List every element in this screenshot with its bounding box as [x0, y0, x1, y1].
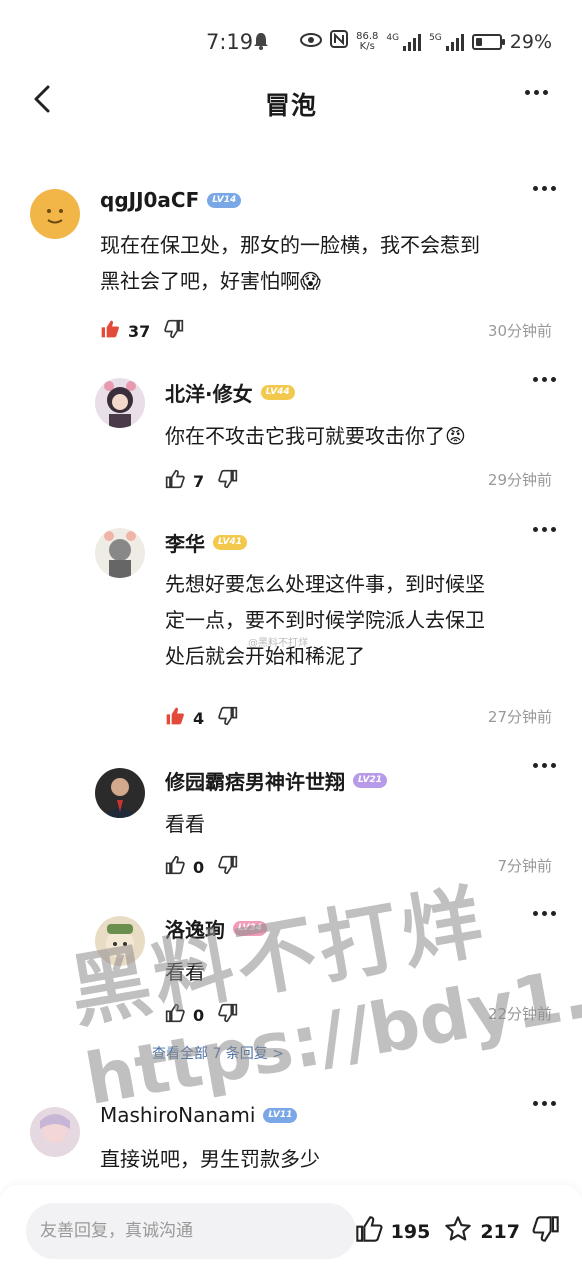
dislike-icon[interactable] [218, 469, 238, 493]
dislike-icon[interactable] [164, 319, 184, 343]
username[interactable]: 李华 LV41 [165, 528, 247, 557]
post-like-count: 195 [390, 1220, 431, 1243]
comment-more-button[interactable] [533, 186, 556, 191]
comment-line: 你在不攻击它我可就要攻击你了😡 [165, 424, 466, 448]
comment-time: 27分钟前 [487, 708, 552, 726]
username[interactable]: 修园霸痞男神许世翔 LV21 [165, 766, 387, 795]
page-title: 冒泡 [264, 91, 317, 120]
battery-icon [471, 33, 505, 50]
avatar[interactable] [30, 1107, 80, 1157]
comment-text: 你在不攻击它我可就要攻击你了😡 [165, 418, 560, 454]
comment-line: 直接说吧，男生罚款多少 [100, 1147, 320, 1171]
avatar[interactable] [95, 378, 145, 428]
username-text: 北洋·修女 [165, 382, 253, 406]
like-count: 4 [193, 708, 205, 728]
like-icon[interactable] [165, 469, 185, 493]
dislike-icon[interactable] [218, 706, 238, 730]
star-icon[interactable] [444, 1215, 472, 1248]
comment-text: 直接说吧，男生罚款多少 [100, 1141, 560, 1177]
comment-line: 看看 [165, 960, 205, 984]
dislike-icon[interactable] [532, 1215, 560, 1248]
comment-text: 看看 [165, 806, 560, 842]
nfc-icon [330, 30, 349, 53]
comment-more-button[interactable] [533, 763, 556, 768]
username-text: MashiroNanami [100, 1103, 256, 1127]
like-count: 7 [193, 471, 205, 491]
comment-more-button[interactable] [533, 1101, 556, 1106]
dislike-icon[interactable] [218, 1003, 238, 1027]
eye-icon [300, 31, 323, 53]
comment-actions: 0 [165, 855, 238, 879]
status-time: 7:19 [206, 30, 254, 54]
comment-more-button[interactable] [533, 377, 556, 382]
level-badge: LV14 [207, 192, 242, 208]
signal-icon-sim2: 5G [429, 33, 464, 51]
level-badge: LV41 [213, 535, 247, 550]
comment-actions: 0 [165, 1003, 238, 1027]
like-icon[interactable] [355, 1215, 383, 1248]
comment-line: 黑社会了吧，好害怕啊😱 [100, 269, 321, 293]
header: 冒泡 [0, 80, 582, 124]
comment-line: 处后就会开始和稀泥了 [165, 644, 365, 668]
comment-actions: 7 [165, 469, 238, 493]
comment-actions: 37 [100, 319, 184, 343]
level-badge: LV21 [353, 773, 387, 788]
username-text: 洛逸珣 [165, 918, 225, 942]
battery-percent: 29% [509, 30, 552, 53]
like-icon[interactable] [165, 855, 185, 879]
avatar[interactable] [95, 768, 145, 818]
like-icon[interactable] [100, 319, 120, 343]
username-text: 修园霸痞男神许世翔 [165, 770, 345, 794]
inline-watermark: @黑料不打烊 [248, 638, 308, 649]
comment-time: 29分钟前 [487, 471, 552, 489]
network-speed: 86.8 K/s [356, 30, 379, 52]
comment-time: 7分钟前 [497, 857, 552, 875]
comment-more-button[interactable] [533, 911, 556, 916]
username[interactable]: qgJJ0aCF LV14 [100, 188, 242, 212]
comment-line: 定一点，要不到时候学院派人去保卫 [165, 608, 485, 632]
status-bar: 7:19 86.8 K/s 4G 5G 29% [0, 0, 582, 80]
like-icon[interactable] [165, 706, 185, 730]
level-badge: LV34 [233, 921, 267, 936]
more-options-button[interactable] [525, 90, 548, 95]
comment-time: 22分钟前 [487, 1005, 552, 1023]
username[interactable]: 洛逸珣 LV34 [165, 914, 267, 943]
comment-time: 30分钟前 [487, 322, 552, 340]
reply-input[interactable] [26, 1203, 356, 1259]
username[interactable]: MashiroNanami LV11 [100, 1103, 298, 1127]
like-count: 37 [128, 321, 151, 341]
comment-line: 现在在保卫处，那女的一脸横，我不会惹到 [100, 233, 480, 257]
comment-text: 看看 [165, 954, 560, 990]
level-badge: LV11 [263, 1107, 298, 1123]
dislike-icon[interactable] [218, 855, 238, 879]
comment-more-button[interactable] [533, 527, 556, 532]
like-count: 0 [193, 857, 205, 877]
avatar[interactable] [95, 528, 145, 578]
sim2-type: 5G [429, 32, 442, 43]
username-text: 李华 [165, 532, 205, 556]
comment-line: 先想好要怎么处理这件事，到时候坚 [165, 572, 485, 596]
username-text: qgJJ0aCF [100, 188, 200, 212]
notification-icon [254, 32, 268, 54]
avatar[interactable] [95, 916, 145, 966]
sim1-type: 4G [386, 32, 400, 43]
avatar[interactable] [30, 189, 80, 239]
signal-icon-sim1: 4G [386, 32, 422, 51]
like-count: 0 [193, 1005, 205, 1025]
comment-text: 先想好要怎么处理这件事，到时候坚 定一点，要不到时候学院派人去保卫 处后就会开始… [165, 566, 560, 674]
comment-line: 看看 [165, 812, 205, 836]
comment-actions: 4 [165, 706, 238, 730]
level-badge: LV44 [260, 385, 295, 400]
like-icon[interactable] [165, 1003, 185, 1027]
network-speed-value: 86.8 [356, 30, 379, 42]
username[interactable]: 北洋·修女 LV44 [165, 378, 295, 407]
post-actions: 195 217 [355, 1215, 560, 1248]
view-all-replies-link[interactable]: 查看全部 7 条回复 > [152, 1043, 284, 1063]
comment-text: 现在在保卫处，那女的一脸横，我不会惹到 黑社会了吧，好害怕啊😱 [100, 227, 560, 299]
network-speed-unit: K/s [359, 40, 375, 52]
post-star-count: 217 [480, 1220, 520, 1243]
bottom-bar: 195 217 [0, 1185, 582, 1280]
